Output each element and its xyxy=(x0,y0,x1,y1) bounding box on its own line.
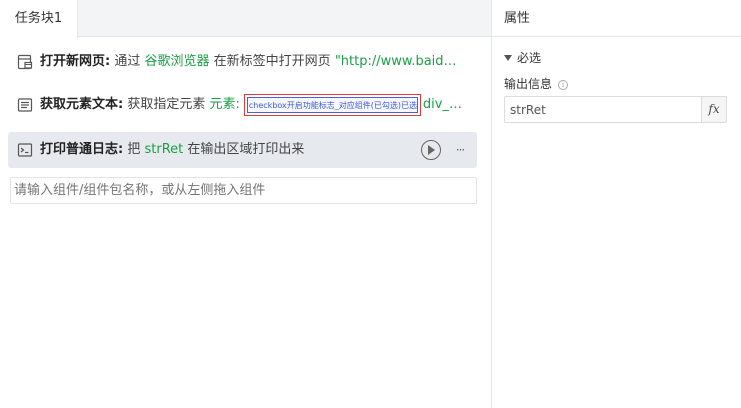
task-editor-panel: 任务块1 打开新网页: 通过 谷歌浏览器 在新标签中打开网页 "http://w… xyxy=(0,0,491,408)
variable-name: strRet xyxy=(144,142,184,157)
field-label-text: 输出信息 xyxy=(504,77,553,91)
required-section-toggle[interactable]: 必选 xyxy=(504,49,541,67)
tab-bar: 任务块1 xyxy=(0,0,491,38)
more-icon[interactable]: ··· xyxy=(452,140,468,160)
step-open-webpage[interactable]: 打开新网页: 通过 谷歌浏览器 在新标签中打开网页 "http://www.ba… xyxy=(8,44,477,80)
step-text: 通过 xyxy=(114,54,141,69)
component-search-input[interactable] xyxy=(10,177,477,204)
step-text: 把 xyxy=(127,142,141,157)
step-title: 打开新网页: xyxy=(40,54,111,69)
run-step-button[interactable] xyxy=(421,140,441,160)
properties-panel: 属性 必选 输出信息 i fx xyxy=(492,0,741,408)
browser-page-icon xyxy=(17,54,33,70)
browser-name: 谷歌浏览器 xyxy=(144,54,210,69)
step-title: 打印普通日志: xyxy=(40,142,124,157)
section-label: 必选 xyxy=(517,51,542,65)
step-text: 获取指定元素 xyxy=(127,97,206,112)
element-screenshot-thumbnail[interactable]: checkbox开启功能标志_对应组件(已勾选)已选中的Input… xyxy=(243,93,421,116)
tab-task-block-1[interactable]: 任务块1 xyxy=(0,0,78,38)
step-print-log[interactable]: 打印普通日志: 把 strRet 在输出区域打印出来 ··· xyxy=(8,132,477,168)
terminal-log-icon xyxy=(17,142,33,158)
step-get-element-text[interactable]: 获取元素文本: 获取指定元素 元素: checkbox开启功能标志_对应组件(已勾… xyxy=(8,87,477,123)
caret-down-icon xyxy=(504,55,512,61)
element-text-icon xyxy=(17,97,33,113)
info-icon[interactable]: i xyxy=(558,80,569,90)
fx-icon[interactable]: fx xyxy=(701,96,727,123)
step-text: 在新标签中打开网页 xyxy=(213,54,331,69)
element-name: div_… xyxy=(422,97,462,112)
output-info-label: 输出信息 i xyxy=(504,75,569,93)
element-label: 元素: xyxy=(209,97,240,112)
step-text: 在输出区域打印出来 xyxy=(187,142,305,157)
element-screenshot-text: checkbox开启功能标志_对应组件(已勾选)已选中的Input… xyxy=(246,96,418,113)
step-title: 获取元素文本: xyxy=(40,97,124,112)
properties-header: 属性 xyxy=(492,0,741,37)
url-value: "http://www.baid… xyxy=(334,54,457,69)
output-info-input[interactable] xyxy=(504,96,701,123)
